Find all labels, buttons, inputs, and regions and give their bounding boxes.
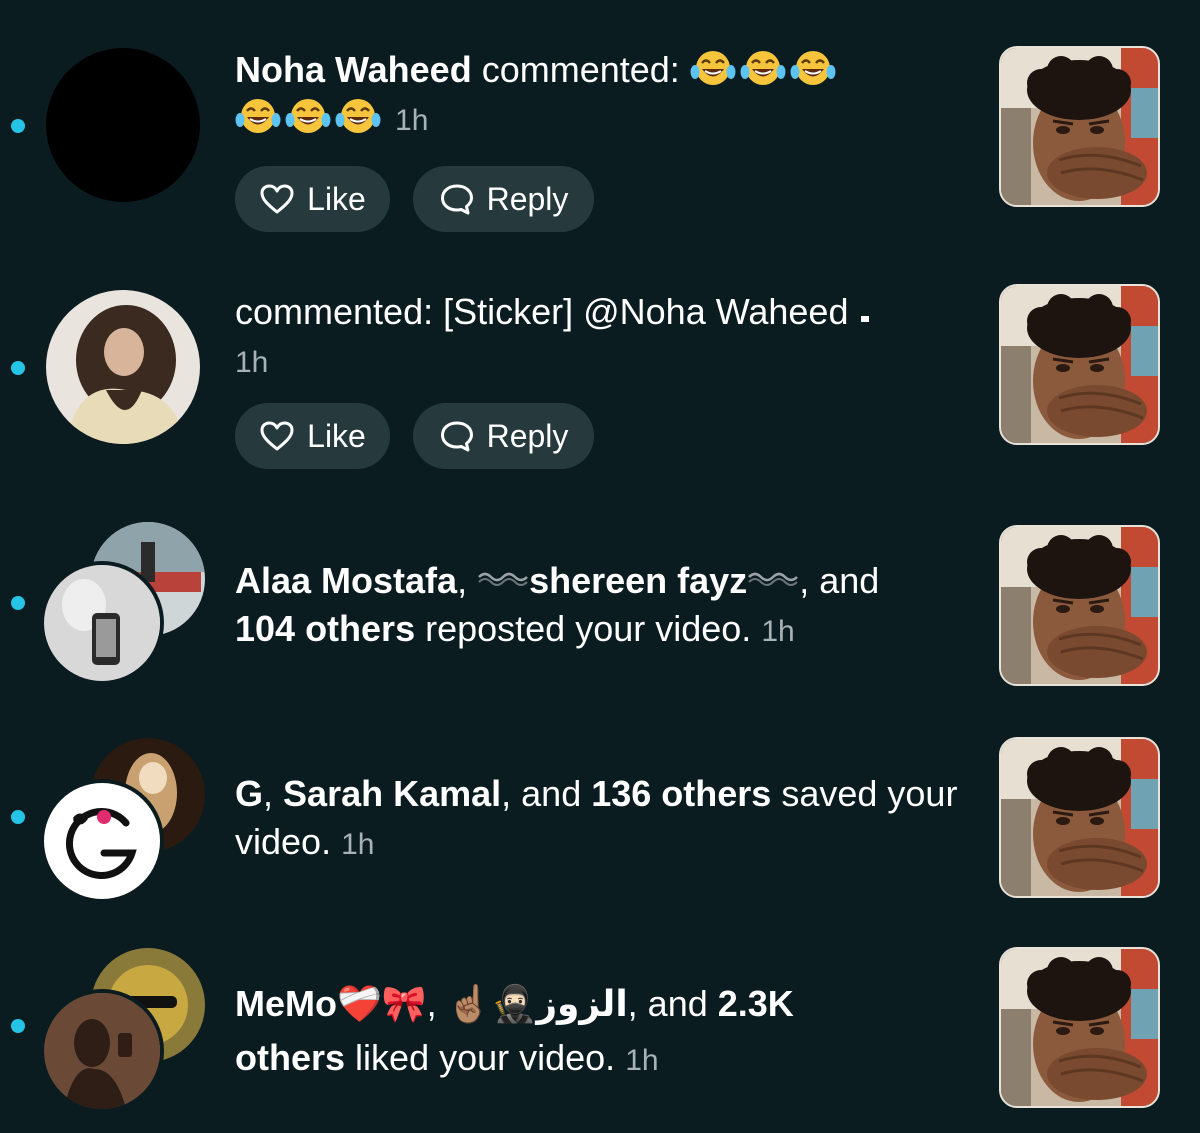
unread-indicator bbox=[11, 119, 25, 133]
unread-indicator bbox=[11, 1019, 25, 1033]
chat-bubble-icon bbox=[439, 182, 475, 216]
video-thumbnail-image bbox=[1001, 48, 1158, 205]
timestamp: 1h bbox=[395, 104, 429, 137]
notification-row-liked[interactable]: MeMo❤️‍🩹🎀, ☝🏽🥷🏻الزوز, and 2.3K others li… bbox=[0, 935, 1200, 1133]
user-name[interactable]: Sarah Kamal bbox=[283, 773, 501, 814]
like-label: Like bbox=[307, 180, 366, 217]
laughing-tears-emoji bbox=[690, 48, 736, 88]
notification-row-comment[interactable]: Noha Waheed commented: 1h Like Reply bbox=[0, 0, 1200, 250]
video-thumbnail[interactable] bbox=[999, 737, 1160, 898]
reply-label: Reply bbox=[486, 417, 569, 454]
heart-outline-icon bbox=[259, 183, 295, 215]
unread-indicator bbox=[11, 361, 25, 375]
notification-row-sticker-comment[interactable]: commented: [Sticker] @Noha Waheed 1h Lik… bbox=[0, 260, 1200, 500]
timestamp: 1h bbox=[625, 1044, 659, 1077]
action-text: reposted your video. bbox=[425, 608, 752, 649]
notification-row-repost[interactable]: Alaa Mostafa, shereen fayz , and 104 othe… bbox=[0, 515, 1200, 705]
separator: , and bbox=[627, 983, 718, 1024]
timestamp: 1h bbox=[235, 346, 269, 379]
chat-bubble-icon bbox=[439, 419, 475, 453]
video-thumbnail-image bbox=[1001, 286, 1158, 443]
avatar-primary[interactable] bbox=[40, 779, 164, 903]
laughing-tears-emoji bbox=[790, 48, 836, 88]
separator: , and bbox=[501, 773, 592, 814]
video-thumbnail[interactable] bbox=[999, 46, 1160, 207]
unread-indicator bbox=[11, 810, 25, 824]
timestamp: 1h bbox=[761, 615, 795, 648]
user-name[interactable]: ☝🏽🥷🏻الزوز bbox=[447, 983, 628, 1024]
others-count[interactable]: 136 others bbox=[591, 773, 771, 814]
others-count[interactable]: 2.3K bbox=[718, 983, 794, 1024]
notification-text: Alaa Mostafa, shereen fayz , and 104 othe… bbox=[235, 557, 965, 656]
notification-text: MeMo❤️‍🩹🎀, ☝🏽🥷🏻الزوز, and 2.3K others li… bbox=[235, 977, 965, 1088]
separator: , and bbox=[799, 560, 880, 601]
reply-button[interactable]: Reply bbox=[413, 403, 594, 469]
like-button[interactable]: Like bbox=[235, 403, 390, 469]
wavy-line-decor bbox=[747, 567, 799, 589]
video-thumbnail-image bbox=[1001, 949, 1158, 1106]
laughing-tears-emoji bbox=[285, 96, 331, 136]
timestamp: 1h bbox=[341, 828, 375, 861]
user-name[interactable]: Alaa Mostafa bbox=[235, 560, 457, 601]
avatar-logo bbox=[44, 783, 160, 899]
others-count[interactable]: 104 others bbox=[235, 608, 415, 649]
heart-outline-icon bbox=[259, 420, 295, 452]
laughing-tears-emoji bbox=[335, 96, 381, 136]
user-name[interactable]: MeMo❤️‍🩹🎀 bbox=[235, 983, 427, 1024]
avatar-primary[interactable] bbox=[40, 989, 164, 1113]
avatar-photo bbox=[44, 565, 160, 681]
unread-indicator bbox=[11, 596, 25, 610]
action-text: commented: bbox=[481, 49, 680, 90]
avatar[interactable] bbox=[46, 48, 200, 202]
video-thumbnail[interactable] bbox=[999, 947, 1160, 1108]
action-text: commented: [Sticker] @Noha Waheed bbox=[235, 291, 849, 332]
like-label: Like bbox=[307, 417, 366, 454]
reply-label: Reply bbox=[486, 180, 569, 217]
like-button[interactable]: Like bbox=[235, 166, 390, 232]
notification-text: Noha Waheed commented: 1h bbox=[235, 46, 965, 145]
separator: , bbox=[457, 560, 478, 601]
separator: , bbox=[426, 983, 447, 1024]
reply-button[interactable]: Reply bbox=[413, 166, 594, 232]
video-thumbnail-image bbox=[1001, 739, 1158, 896]
dot-mark bbox=[860, 316, 869, 322]
avatar[interactable] bbox=[46, 290, 200, 444]
video-thumbnail[interactable] bbox=[999, 525, 1160, 686]
user-name[interactable]: Noha Waheed bbox=[235, 49, 472, 90]
action-text: liked your video. bbox=[355, 1037, 616, 1078]
notification-text: G, Sarah Kamal, and 136 others saved you… bbox=[235, 770, 965, 869]
notification-row-saved[interactable]: G, Sarah Kamal, and 136 others saved you… bbox=[0, 725, 1200, 915]
user-name[interactable]: shereen fayz bbox=[529, 560, 747, 601]
video-thumbnail[interactable] bbox=[999, 284, 1160, 445]
separator: , bbox=[263, 773, 284, 814]
avatar-primary[interactable] bbox=[40, 561, 164, 685]
laughing-tears-emoji bbox=[235, 96, 281, 136]
notification-text: commented: [Sticker] @Noha Waheed 1h bbox=[235, 288, 965, 387]
others-count[interactable]: others bbox=[235, 1037, 345, 1078]
wavy-line-decor bbox=[477, 567, 529, 589]
avatar-photo bbox=[46, 290, 200, 444]
laughing-tears-emoji bbox=[740, 48, 786, 88]
video-thumbnail-image bbox=[1001, 527, 1158, 684]
user-name[interactable]: G bbox=[235, 773, 263, 814]
avatar-photo bbox=[44, 993, 160, 1109]
